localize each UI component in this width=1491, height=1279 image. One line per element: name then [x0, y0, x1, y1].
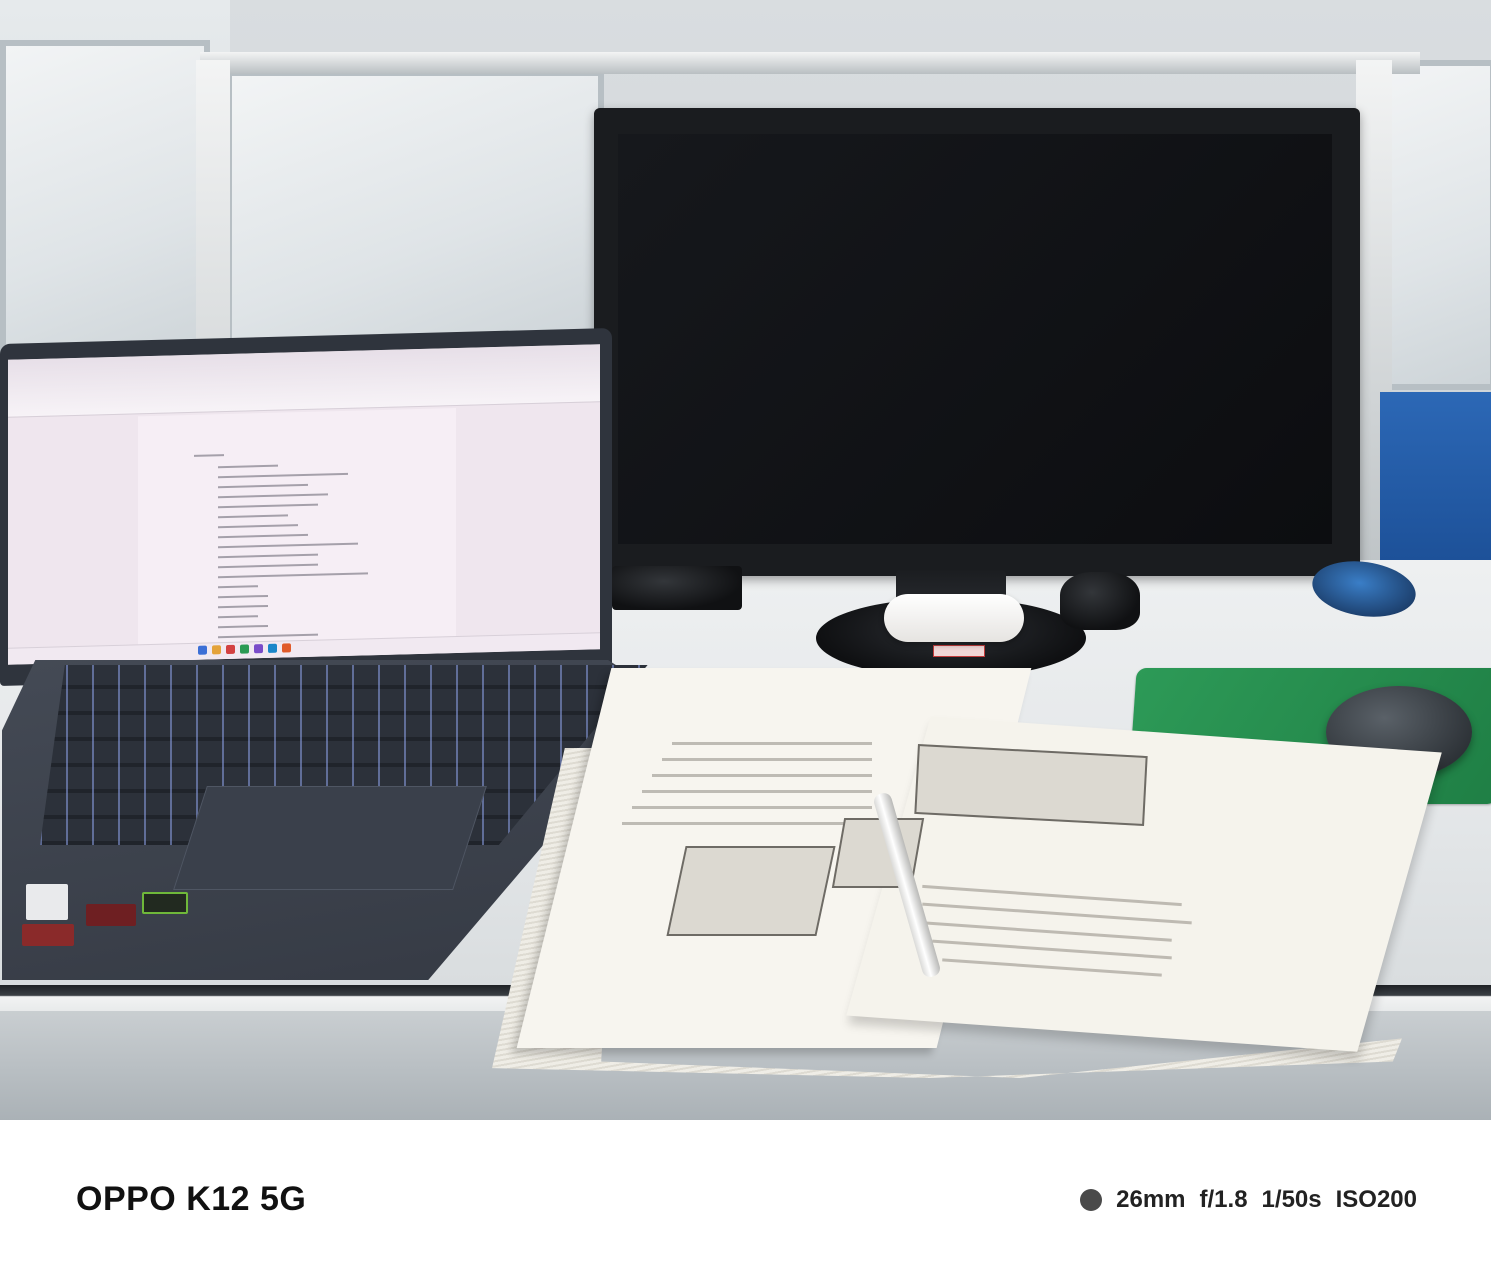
partition-frame-top [200, 52, 1420, 74]
book-figure-left [666, 846, 836, 936]
gpu-sticker [142, 892, 188, 914]
taskbar-app-icon [268, 643, 277, 653]
earbuds-case [884, 594, 1024, 642]
aperture: f/1.8 [1199, 1186, 1248, 1213]
document-page [138, 408, 456, 662]
laptop-touchpad [173, 786, 487, 890]
monitor-screen-off [618, 134, 1332, 544]
iso: ISO200 [1335, 1186, 1417, 1213]
cubicle-panel-right [1380, 392, 1491, 582]
glass-partition-center [226, 70, 604, 350]
processor-sticker [22, 924, 74, 946]
photo-scene [0, 0, 1491, 1120]
lens-dot-icon [1080, 1189, 1103, 1211]
exif-info: 26mm f/1.8 1/50s ISO200 [1080, 1186, 1417, 1214]
desktop-monitor [594, 108, 1360, 576]
graphics-sticker [86, 904, 136, 926]
book-figure-right-top [914, 744, 1148, 826]
taskbar-app-icon [226, 644, 235, 655]
open-textbook [492, 668, 1442, 1082]
shutter-speed: 1/50s [1261, 1186, 1322, 1213]
asset-label [933, 645, 985, 657]
taskbar-app-icon [282, 643, 291, 653]
focal-length: 26mm [1116, 1186, 1186, 1213]
taskbar-app-icon [212, 645, 221, 655]
device-under-monitor [612, 566, 742, 610]
desk-speaker [1060, 572, 1140, 630]
taskbar-app-icon [240, 644, 249, 654]
laptop-screen [8, 344, 600, 665]
camera-model: OPPO K12 5G [76, 1180, 307, 1218]
glass-partition-right [1376, 60, 1491, 390]
glass-partition-left [0, 40, 210, 370]
taskbar-app-icon [198, 645, 207, 655]
taskbar-app-icon [254, 644, 263, 654]
qr-sticker [26, 884, 68, 920]
